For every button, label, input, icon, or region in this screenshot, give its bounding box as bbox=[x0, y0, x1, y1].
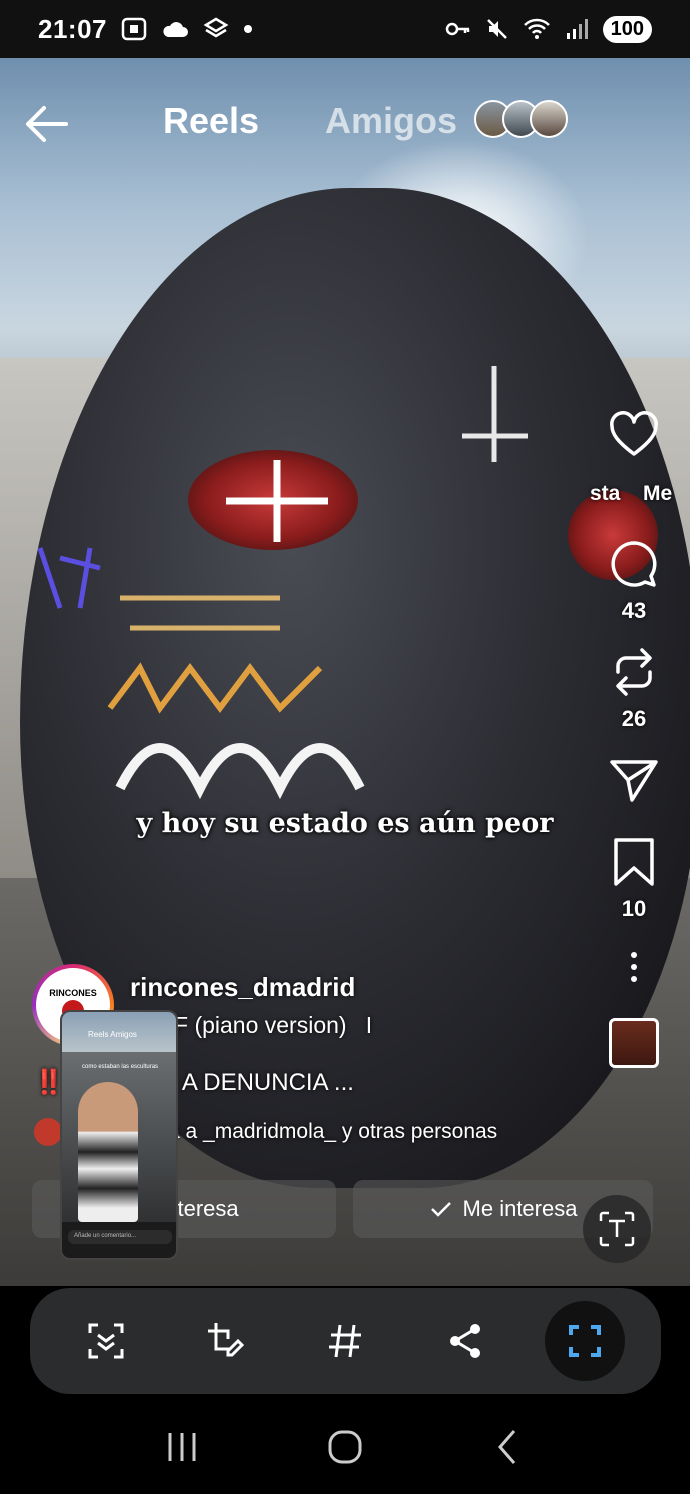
stack-icon bbox=[203, 17, 229, 38]
status-bar: 21:07 100 bbox=[0, 0, 690, 58]
screenshot-icon bbox=[121, 17, 147, 41]
caption-text: A DENUNCIA ... bbox=[181, 1069, 354, 1096]
save-action[interactable]: 10 bbox=[608, 836, 660, 922]
cross-mark-left bbox=[226, 460, 328, 542]
cross-mark-forehead bbox=[462, 366, 528, 462]
share-button[interactable] bbox=[425, 1301, 505, 1381]
back-arrow-icon[interactable] bbox=[22, 104, 70, 144]
repost-icon[interactable] bbox=[608, 646, 660, 698]
like-action[interactable] bbox=[608, 410, 660, 462]
check-icon bbox=[430, 1202, 451, 1217]
author-username[interactable]: rincones_dmadrid bbox=[130, 972, 355, 1003]
comment-count: 43 bbox=[621, 598, 647, 623]
avatar-label: RINCONES bbox=[49, 988, 97, 998]
comment-icon[interactable] bbox=[608, 538, 660, 590]
system-nav-bar bbox=[0, 1400, 690, 1494]
graffiti bbox=[37, 547, 365, 800]
signal-icon bbox=[566, 19, 588, 39]
capture-icon bbox=[569, 1325, 602, 1357]
battery-level: 100 bbox=[602, 15, 652, 43]
wifi-icon bbox=[523, 18, 550, 39]
back-icon[interactable] bbox=[488, 1427, 528, 1467]
preview-comment-input: Añade un comentario... bbox=[68, 1230, 172, 1244]
preview-person bbox=[78, 1082, 138, 1222]
send-icon[interactable] bbox=[608, 754, 660, 806]
text-extract-icon bbox=[599, 1211, 635, 1247]
interest-label: Me interesa bbox=[462, 1196, 578, 1221]
hashtag-button[interactable] bbox=[305, 1301, 385, 1381]
tab-reels[interactable]: Reels bbox=[163, 100, 259, 142]
video-subtitle: y hoy su estado es aún peor bbox=[136, 808, 554, 839]
preview-header: Reels Amigos bbox=[62, 1012, 176, 1052]
share-action[interactable] bbox=[608, 754, 660, 806]
extract-text-button[interactable] bbox=[583, 1195, 651, 1263]
repost-action[interactable]: 26 bbox=[608, 646, 660, 732]
status-left-icons bbox=[121, 17, 253, 41]
reel-actions: 43 26 10 bbox=[604, 410, 664, 1068]
comment-action[interactable]: 43 bbox=[608, 538, 660, 624]
save-count: 10 bbox=[621, 896, 647, 921]
key-icon bbox=[445, 22, 469, 36]
friend-avatar bbox=[530, 100, 568, 138]
home-icon[interactable] bbox=[325, 1427, 365, 1467]
smart-select-icon bbox=[88, 1323, 124, 1359]
heart-icon[interactable] bbox=[608, 410, 660, 462]
bookmark-icon[interactable] bbox=[608, 836, 660, 888]
cloud-icon bbox=[163, 22, 188, 37]
dot-icon bbox=[244, 25, 252, 33]
screenshot-preview-thumbnail[interactable]: Reels Amigos como estaban las esculturas… bbox=[60, 1010, 178, 1260]
mute-icon bbox=[486, 19, 507, 39]
capture-toolbar bbox=[30, 1288, 661, 1394]
audio-thumbnail[interactable] bbox=[609, 1018, 659, 1068]
crop-edit-icon bbox=[207, 1323, 244, 1357]
preview-caption: como estaban las esculturas bbox=[82, 1064, 159, 1070]
preview-body: como estaban las esculturas bbox=[62, 1052, 176, 1222]
mention-avatar bbox=[34, 1118, 62, 1146]
recents-icon[interactable] bbox=[162, 1427, 202, 1467]
repost-count: 26 bbox=[621, 706, 647, 731]
share-icon bbox=[450, 1324, 481, 1358]
scroll-capture-button[interactable] bbox=[545, 1301, 626, 1381]
status-time: 21:07 bbox=[38, 13, 107, 44]
smart-select-button[interactable] bbox=[66, 1301, 146, 1381]
reels-header: Reels Amigos bbox=[0, 60, 690, 180]
tab-amigos[interactable]: Amigos bbox=[325, 100, 457, 142]
friends-avatars[interactable] bbox=[474, 100, 568, 138]
hashtag-icon bbox=[329, 1324, 362, 1358]
audio-title[interactable]: F (piano version) I bbox=[174, 1012, 372, 1039]
more-options-icon[interactable] bbox=[631, 952, 637, 982]
crop-edit-button[interactable] bbox=[186, 1301, 266, 1381]
mention-text: a a _madridmola_ y otras personas bbox=[168, 1120, 498, 1143]
status-right-icons: 100 bbox=[445, 15, 652, 43]
